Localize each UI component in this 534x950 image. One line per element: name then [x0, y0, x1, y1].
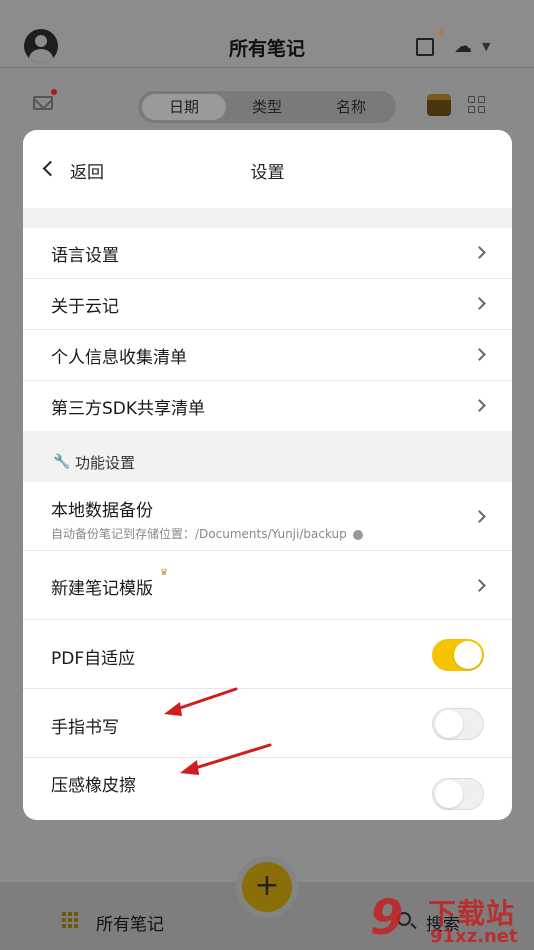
row-local-backup[interactable]: 本地数据备份 自动备份笔记到存储位置：/Documents/Yunji/back… — [23, 482, 512, 550]
cloud-upload-icon[interactable]: ☁ — [454, 36, 472, 57]
row-third-party-sdk[interactable]: 第三方SDK共享清单 — [23, 381, 512, 431]
dialog-title: 设置 — [250, 163, 285, 183]
annotation-arrow — [180, 743, 272, 775]
row-label: 第三方SDK共享清单 — [51, 399, 206, 419]
info-icon[interactable] — [352, 529, 363, 540]
finger-write-toggle[interactable] — [432, 708, 484, 740]
segment-date[interactable]: 日期 — [142, 94, 226, 120]
row-label: 个人信息收集清单 — [51, 348, 187, 368]
edit-icon[interactable] — [416, 38, 434, 56]
row-label: 手指书写 — [51, 718, 119, 738]
row-label: 新建笔记模版 — [51, 579, 153, 599]
chevron-right-icon — [473, 348, 486, 361]
watermark: 9 下载站 91xz.net — [370, 890, 534, 950]
chevron-right-icon — [473, 399, 486, 412]
all-notes-icon[interactable] — [62, 912, 80, 930]
segment-type[interactable]: 类型 — [225, 94, 309, 120]
watermark-logo: 9 — [370, 890, 404, 946]
pressure-eraser-toggle[interactable] — [432, 778, 484, 810]
sort-toolbar: 日期 类型 名称 — [0, 86, 534, 126]
bottom-all-notes-label[interactable]: 所有笔记 — [96, 910, 164, 935]
pdf-adapt-toggle[interactable] — [432, 639, 484, 671]
watermark-url: 91xz.net — [430, 926, 518, 947]
mail-icon[interactable] — [33, 96, 53, 110]
chevron-right-icon — [473, 297, 486, 310]
row-label: 语言设置 — [51, 246, 119, 266]
row-note-template[interactable]: 新建笔记模版 ♛ — [23, 551, 512, 619]
row-label: 关于云记 — [51, 297, 119, 317]
chevron-right-icon — [473, 510, 486, 523]
annotation-arrow — [164, 687, 238, 716]
chevron-right-icon — [473, 579, 486, 592]
sort-segmented-control: 日期 类型 名称 — [138, 91, 396, 123]
add-note-button[interactable]: + — [242, 862, 292, 912]
unread-dot — [51, 89, 57, 95]
chevron-right-icon — [473, 246, 486, 259]
row-label: 本地数据备份 — [51, 501, 153, 521]
row-language[interactable]: 语言设置 — [23, 228, 512, 278]
row-subtitle: 自动备份笔记到存储位置：/Documents/Yunji/backup — [51, 525, 363, 542]
treasure-chest-icon[interactable] — [427, 94, 451, 116]
segment-name[interactable]: 名称 — [309, 94, 393, 120]
row-pdf-adapt: PDF自适应 — [23, 620, 512, 688]
app-header: 所有笔记 ♛ ☁ ▼ — [0, 0, 534, 68]
crown-icon: ♛ — [437, 28, 446, 39]
crown-icon: ♛ — [160, 568, 169, 578]
section-title: 功能设置 — [75, 454, 136, 472]
row-personal-info[interactable]: 个人信息收集清单 — [23, 330, 512, 380]
dialog-header: 返回 设置 — [23, 130, 512, 208]
wrench-icon: 🔧 — [53, 454, 71, 470]
row-label: PDF自适应 — [51, 649, 136, 669]
chevron-down-icon[interactable]: ▼ — [482, 40, 490, 53]
grid-view-icon[interactable] — [468, 96, 486, 114]
row-about[interactable]: 关于云记 — [23, 279, 512, 329]
settings-dialog: 返回 设置 语言设置 关于云记 个人信息收集清单 第三方SDK共享清单 🔧 功能… — [23, 130, 512, 820]
row-label: 压感橡皮擦 — [51, 776, 136, 796]
